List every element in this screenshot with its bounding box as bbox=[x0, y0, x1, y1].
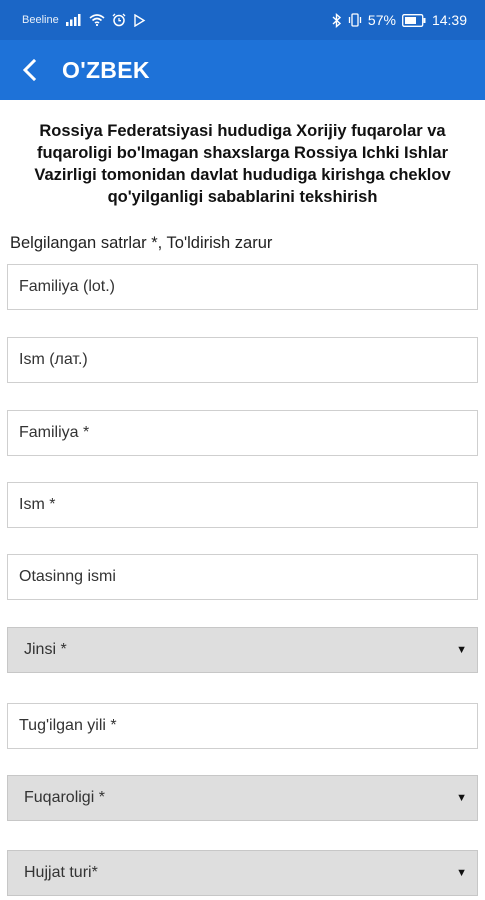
battery-percent: 57% bbox=[367, 12, 396, 28]
surname-field[interactable]: Familiya * bbox=[7, 410, 478, 456]
document-type-select[interactable]: Hujjat turi* ▼ bbox=[7, 850, 478, 896]
signal-icon bbox=[65, 14, 82, 26]
alarm-icon bbox=[112, 13, 126, 27]
required-note: Belgilangan satrlar *, To'ldirish zarur bbox=[10, 234, 273, 252]
chevron-left-icon bbox=[22, 59, 37, 81]
patronymic-field[interactable]: Otasinng ismi bbox=[7, 554, 478, 600]
dropdown-arrow-icon: ▼ bbox=[456, 867, 467, 879]
form-container: Rossiya Federatsiyasi hududiga Xorijiy f… bbox=[0, 120, 485, 253]
document-type-select-label: Hujjat turi* bbox=[24, 864, 98, 881]
dropdown-arrow-icon: ▼ bbox=[456, 644, 467, 656]
battery-icon bbox=[402, 13, 426, 27]
gender-select-label: Jinsi * bbox=[24, 641, 67, 658]
surname-placeholder: Familiya * bbox=[19, 424, 90, 441]
wifi-icon bbox=[89, 14, 105, 26]
birth-year-placeholder: Tug'ilgan yili * bbox=[19, 717, 117, 734]
vibrate-icon bbox=[348, 13, 362, 27]
dropdown-arrow-icon: ▼ bbox=[456, 792, 467, 804]
citizenship-select[interactable]: Fuqaroligi * ▼ bbox=[7, 775, 478, 821]
bluetooth-icon bbox=[332, 12, 342, 28]
page-title: O'ZBEK bbox=[62, 56, 150, 83]
name-field[interactable]: Ism * bbox=[7, 482, 478, 528]
name-placeholder: Ism * bbox=[19, 496, 56, 513]
birth-year-field[interactable]: Tug'ilgan yili * bbox=[7, 703, 478, 749]
gender-select[interactable]: Jinsi * ▼ bbox=[7, 627, 478, 673]
notification-icon bbox=[133, 13, 146, 27]
status-bar: Beeline 57% 14:39 bbox=[0, 0, 485, 40]
clock-time: 14:39 bbox=[431, 12, 467, 28]
carrier-label: Beeline bbox=[22, 14, 59, 26]
surname-lat-field[interactable]: Familiya (lot.) bbox=[7, 264, 478, 310]
back-button[interactable] bbox=[10, 50, 50, 90]
patronymic-placeholder: Otasinng ismi bbox=[19, 568, 116, 585]
app-bar: O'ZBEK bbox=[0, 40, 485, 100]
surname-lat-placeholder: Familiya (lot.) bbox=[19, 278, 116, 295]
form-heading: Rossiya Federatsiyasi hududiga Xorijiy f… bbox=[34, 122, 451, 206]
name-lat-placeholder: Ism (лат.) bbox=[19, 351, 88, 368]
name-lat-field[interactable]: Ism (лат.) bbox=[7, 337, 478, 383]
citizenship-select-label: Fuqaroligi * bbox=[24, 789, 105, 806]
